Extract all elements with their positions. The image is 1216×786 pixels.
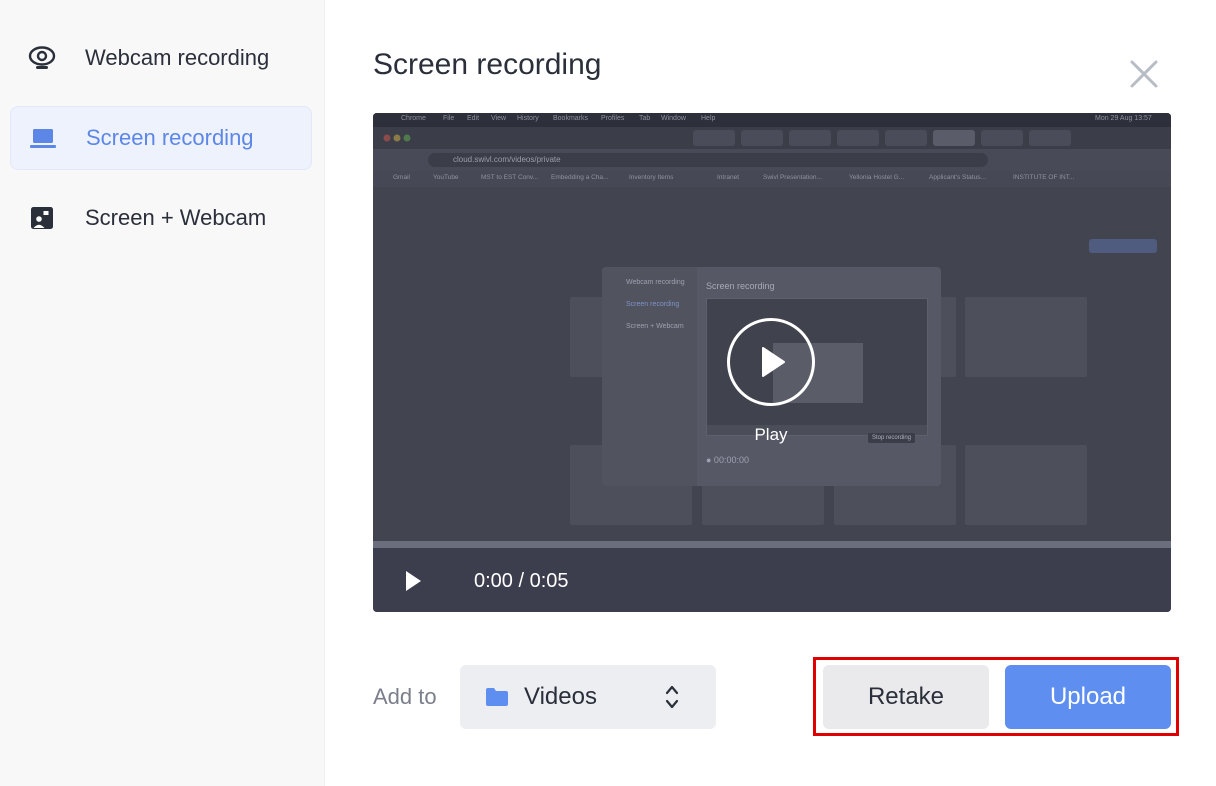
sidebar: Webcam recording Screen recording Screen… (0, 0, 325, 786)
preview-modal-tooltip: Stop recording (868, 433, 916, 443)
sidebar-item-screen-webcam[interactable]: Screen + Webcam (10, 186, 312, 250)
preview-menubar-item: Bookmarks (553, 115, 589, 122)
preview-modal-title: Screen recording (706, 281, 775, 291)
overlay-play-label: Play (754, 425, 788, 444)
dialog-title: Screen recording (373, 48, 602, 81)
preview-menubar-item: History (517, 115, 539, 122)
preview-menubar-item: Chrome (401, 115, 426, 122)
preview-menubar-item: Window (661, 115, 686, 122)
progress-bar[interactable] (373, 541, 1171, 548)
time-display: 0:00 / 0:05 (474, 570, 569, 592)
sidebar-item-screen-recording[interactable]: Screen recording (10, 106, 312, 170)
add-to-label: Add to (373, 684, 437, 709)
preview-bookmark: INSTITUTE OF INT... (1013, 174, 1075, 181)
preview-tabs (373, 127, 1171, 149)
preview-menubar-item: Edit (467, 115, 480, 122)
preview-bookmark: Applicant's Status... (929, 174, 986, 181)
preview-modal-item: Screen recording (626, 301, 680, 308)
preview-modal-time: ● 00:00:00 (706, 455, 749, 465)
preview-modal-item: Screen + Webcam (626, 323, 684, 330)
overlay-play-button[interactable] (727, 318, 815, 406)
video-player[interactable]: Chrome File Edit View History Bookmarks … (373, 113, 1171, 612)
preview-menubar-item: Help (701, 115, 716, 122)
folder-select-value: Videos (524, 683, 597, 710)
close-icon (1130, 60, 1158, 88)
preview-address-bar: cloud.swivl.com/videos/private (373, 149, 1171, 171)
upload-button[interactable]: Upload (1005, 665, 1171, 729)
preview-bookmark: Swivl Presentation... (763, 174, 822, 181)
preview-menubar-item: Profiles (601, 115, 625, 122)
preview-url: cloud.swivl.com/videos/private (453, 155, 561, 164)
preview-clock: Mon 29 Aug 13:57 (1095, 115, 1152, 122)
preview-bookmark: YouTube (433, 174, 459, 181)
folder-icon (486, 688, 508, 706)
retake-button[interactable]: Retake (823, 665, 989, 729)
play-icon (406, 571, 421, 591)
sidebar-item-label: Screen recording (86, 125, 254, 150)
preview-bookmark: Yellonia Hostel G... (849, 174, 905, 181)
window-controls-icon (383, 134, 411, 142)
sidebar-item-label: Screen + Webcam (85, 205, 267, 230)
preview-bookmark: MST to EST Conv... (481, 174, 539, 181)
preview-menubar: Chrome File Edit View History Bookmarks … (373, 113, 1171, 127)
folder-select[interactable]: Videos (460, 665, 716, 729)
preview-bookmark: Gmail (393, 174, 410, 181)
preview-bookmark: Intranet (717, 174, 740, 181)
laptop-icon (29, 124, 57, 152)
preview-menubar-item: View (491, 115, 507, 122)
preview-menubar-item: File (443, 115, 455, 122)
preview-bookmark: Embedding a Cha... (551, 174, 609, 181)
preview-bookmarks: Gmail YouTube MST to EST Conv... Embeddi… (373, 171, 1171, 187)
sidebar-item-label: Webcam recording (85, 45, 270, 70)
webcam-icon (28, 44, 56, 72)
preview-bookmark: Inventory Items (629, 174, 674, 181)
sidebar-item-webcam-recording[interactable]: Webcam recording (10, 26, 312, 90)
preview-menubar-item: Tab (639, 115, 651, 122)
chevron-up-down-icon (665, 685, 679, 709)
play-icon (762, 347, 785, 377)
preview-modal-item: Webcam recording (626, 279, 685, 286)
play-button[interactable] (403, 570, 425, 592)
player-controls: 0:00 / 0:05 (373, 548, 1171, 612)
screen-webcam-icon (28, 204, 56, 232)
close-button[interactable] (1128, 58, 1160, 90)
